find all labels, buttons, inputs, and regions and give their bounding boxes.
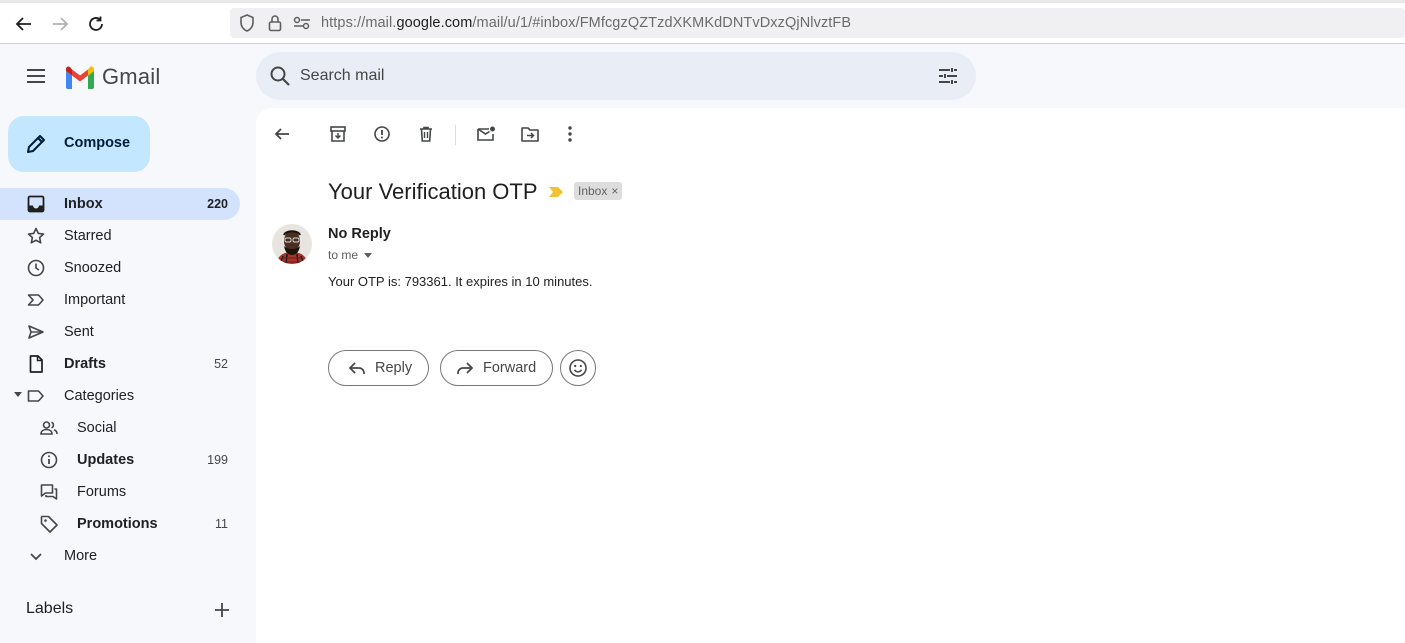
draft-file-icon xyxy=(26,354,46,374)
address-bar[interactable]: https://mail.google.com/mail/u/1/#inbox/… xyxy=(230,8,1405,38)
forward-button[interactable]: Forward xyxy=(440,350,554,386)
search-options-icon[interactable] xyxy=(936,64,960,88)
sidebar-item-inbox[interactable]: Inbox 220 xyxy=(0,188,240,220)
info-icon xyxy=(39,450,59,470)
sidebar-item-social[interactable]: Social xyxy=(0,412,240,444)
importance-marker-icon[interactable] xyxy=(548,185,564,197)
important-icon xyxy=(26,290,46,310)
url-host: google.com xyxy=(396,15,473,31)
sidebar-item-label: More xyxy=(64,548,98,564)
sidebar-nav: Inbox 220 Starred Snoozed Important Sent… xyxy=(0,188,256,572)
sidebar-item-label: Categories xyxy=(64,388,135,404)
email-subject: Your Verification OTP xyxy=(328,179,538,204)
sidebar-item-categories[interactable]: Categories xyxy=(0,380,240,412)
tag-icon xyxy=(39,514,59,534)
sidebar-item-more[interactable]: More xyxy=(0,540,240,572)
gmail-app: Gmail Compose Inbox 220 Starred Snoozed xyxy=(0,44,1405,643)
search-icon[interactable] xyxy=(268,64,292,88)
compose-label: Compose xyxy=(64,135,131,151)
message-view: Your Verification OTP Inbox × No Reply t xyxy=(256,108,1405,643)
sidebar-item-drafts[interactable]: Drafts 52 xyxy=(0,348,240,380)
unread-count: 199 xyxy=(207,453,228,467)
browser-toolbar: https://mail.google.com/mail/u/1/#inbox/… xyxy=(0,0,1405,44)
sender-name[interactable]: No Reply xyxy=(328,226,391,242)
shield-icon[interactable] xyxy=(238,14,256,32)
collapse-caret-icon[interactable] xyxy=(14,392,22,397)
search-bar[interactable] xyxy=(256,52,976,100)
move-to-icon[interactable] xyxy=(518,122,542,146)
remove-label-icon[interactable]: × xyxy=(611,184,618,198)
sidebar-item-label: Important xyxy=(64,292,126,308)
sidebar-item-starred[interactable]: Starred xyxy=(0,220,240,252)
star-icon xyxy=(26,226,46,246)
sidebar-item-label: Social xyxy=(77,420,117,436)
unread-count: 220 xyxy=(207,197,228,211)
sidebar-item-important[interactable]: Important xyxy=(0,284,240,316)
search-input[interactable] xyxy=(300,64,900,88)
caret-down-icon[interactable] xyxy=(364,252,373,258)
smiley-icon xyxy=(569,359,587,377)
clock-icon xyxy=(26,258,46,278)
gmail-m-icon xyxy=(66,66,94,89)
sidebar-item-label: Inbox xyxy=(64,196,103,212)
reply-button[interactable]: Reply xyxy=(328,350,430,386)
sidebar-item-forums[interactable]: Forums xyxy=(0,476,240,508)
more-options-icon[interactable] xyxy=(558,122,582,146)
send-icon xyxy=(26,322,46,342)
sidebar-item-label: Drafts xyxy=(64,356,106,372)
back-to-inbox-icon[interactable] xyxy=(270,122,294,146)
url-prefix: https://mail. xyxy=(321,15,397,31)
inbox-label-chip: Inbox × xyxy=(574,182,623,200)
url-text[interactable]: https://mail.google.com/mail/u/1/#inbox/… xyxy=(321,15,851,31)
main-menu-icon[interactable] xyxy=(24,64,48,88)
sidebar-item-label: Updates xyxy=(77,452,135,468)
back-arrow-icon[interactable] xyxy=(12,12,36,36)
forward-label: Forward xyxy=(483,360,537,376)
inbox-icon xyxy=(26,194,46,214)
gmail-logo[interactable]: Gmail xyxy=(64,62,160,92)
draft-count: 52 xyxy=(214,357,228,371)
reply-label: Reply xyxy=(375,360,413,376)
sidebar-item-label: Starred xyxy=(64,228,112,244)
emoji-reaction-button[interactable] xyxy=(560,350,596,386)
sidebar-item-sent[interactable]: Sent xyxy=(0,316,240,348)
forward-arrow-icon[interactable] xyxy=(48,12,72,36)
chevron-down-icon xyxy=(26,546,46,566)
sidebar-item-label: Forums xyxy=(77,484,127,500)
forum-icon xyxy=(39,482,59,502)
sender-avatar[interactable] xyxy=(272,224,312,264)
sidebar-item-label: Snoozed xyxy=(64,260,122,276)
lock-icon[interactable] xyxy=(266,14,284,32)
people-icon xyxy=(39,418,59,438)
sidebar-item-snoozed[interactable]: Snoozed xyxy=(0,252,240,284)
toolbar-divider xyxy=(455,125,456,145)
sidebar-item-updates[interactable]: Updates 199 xyxy=(0,444,240,476)
pencil-icon xyxy=(24,132,48,156)
email-body: Your OTP is: 793361. It expires in 10 mi… xyxy=(328,274,593,289)
sidebar-item-label: Sent xyxy=(64,324,94,340)
reply-icon xyxy=(347,358,367,378)
sidebar-item-label: Promotions xyxy=(77,516,158,532)
mark-unread-icon[interactable] xyxy=(474,122,498,146)
label-icon xyxy=(26,386,46,406)
tab-strip xyxy=(0,0,1405,3)
recipient-details[interactable]: to me xyxy=(328,248,373,262)
compose-button[interactable]: Compose xyxy=(8,116,150,172)
labels-heading: Labels xyxy=(26,600,74,617)
recipient-text: to me xyxy=(328,248,359,262)
app-name: Gmail xyxy=(102,64,161,89)
unread-count: 11 xyxy=(215,517,228,531)
label-chip-text: Inbox xyxy=(578,184,608,198)
forward-icon xyxy=(455,358,475,378)
permissions-icon[interactable] xyxy=(293,14,311,32)
reload-icon[interactable] xyxy=(84,12,108,36)
url-path: /mail/u/1/#inbox/FMfcgzQZTzdXKMKdDNTvDxz… xyxy=(472,15,852,31)
add-label-icon[interactable] xyxy=(212,600,232,620)
report-spam-icon[interactable] xyxy=(370,122,394,146)
sidebar-item-promotions[interactable]: Promotions 11 xyxy=(0,508,240,540)
archive-icon[interactable] xyxy=(326,122,350,146)
delete-icon[interactable] xyxy=(414,122,438,146)
